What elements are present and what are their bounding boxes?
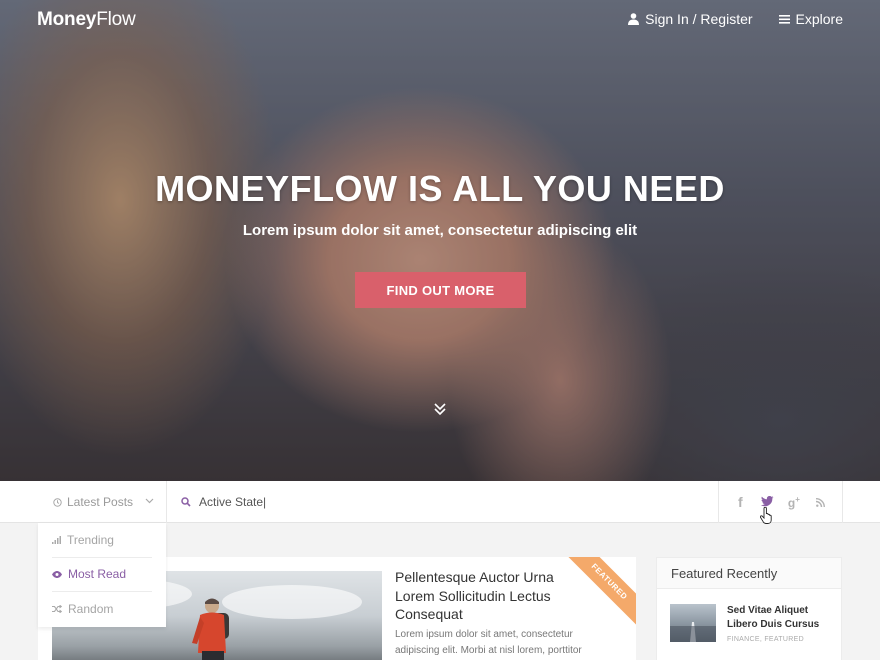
- chevron-down-icon: [145, 498, 154, 504]
- brand-bold: Money: [37, 9, 97, 30]
- menu-item-label: Trending: [67, 532, 114, 547]
- find-out-more-button[interactable]: FIND OUT MORE: [355, 272, 526, 308]
- hero-subtitle: Lorem ipsum dolor sit amet, consectetur …: [242, 222, 638, 239]
- featured-sidebar: Featured Recently Sed Vitae Aliquet Libe…: [656, 557, 842, 660]
- search-box: [167, 481, 718, 523]
- filter-dropdown-menu: Trending Most Read Random: [38, 523, 166, 627]
- hero-banner: MoneyFlow Sign In / Register Explore MON…: [0, 0, 880, 481]
- search-icon: [181, 497, 191, 507]
- post-excerpt: Lorem ipsum dolor sit amet, consectetur …: [395, 629, 582, 656]
- post-title[interactable]: Pellentesque Auctor Urna Lorem Sollicitu…: [395, 568, 585, 624]
- featured-item-meta: FINANCE, FEATURED: [727, 636, 804, 643]
- hamburger-icon: [778, 15, 790, 24]
- top-nav: Sign In / Register Explore: [628, 11, 843, 27]
- menu-item-most-read[interactable]: Most Read: [52, 558, 152, 592]
- shuffle-icon: [52, 605, 62, 614]
- posts-filter-dropdown[interactable]: Latest Posts: [38, 481, 167, 523]
- hero-title: MONEYFLOW IS ALL YOU NEED: [155, 168, 725, 209]
- signin-label: Sign In / Register: [645, 11, 753, 27]
- brand-logo[interactable]: MoneyFlow: [37, 9, 136, 31]
- featured-item-title[interactable]: Sed Vitae Aliquet Libero Duis Cursus: [727, 604, 827, 632]
- facebook-icon[interactable]: f: [731, 494, 749, 510]
- clock-icon: [53, 497, 62, 507]
- road-illustration: [670, 622, 716, 642]
- bars-icon: [52, 535, 61, 544]
- social-links: f g+: [718, 481, 843, 523]
- google-plus-icon[interactable]: g+: [785, 495, 803, 510]
- sidebar-title: Featured Recently: [657, 558, 841, 589]
- featured-item-thumbnail[interactable]: [670, 604, 716, 642]
- eye-icon: [52, 570, 62, 578]
- signin-link[interactable]: Sign In / Register: [628, 11, 753, 27]
- menu-item-label: Most Read: [68, 567, 127, 582]
- hand-cursor-icon: [760, 507, 772, 524]
- explore-label: Explore: [795, 11, 843, 27]
- user-icon: [628, 13, 640, 25]
- rss-icon[interactable]: [812, 494, 830, 510]
- filter-bar: Latest Posts f g+: [0, 481, 880, 523]
- search-input[interactable]: [199, 495, 599, 509]
- menu-item-trending[interactable]: Trending: [52, 523, 152, 558]
- double-chevron-down-icon[interactable]: [433, 402, 447, 416]
- menu-item-random[interactable]: Random: [52, 592, 152, 627]
- menu-item-label: Random: [68, 602, 114, 617]
- explore-link[interactable]: Explore: [778, 11, 843, 27]
- brand-light: Flow: [96, 9, 136, 30]
- filter-selected-label: Latest Posts: [67, 495, 134, 509]
- hiker-illustration: [192, 598, 229, 660]
